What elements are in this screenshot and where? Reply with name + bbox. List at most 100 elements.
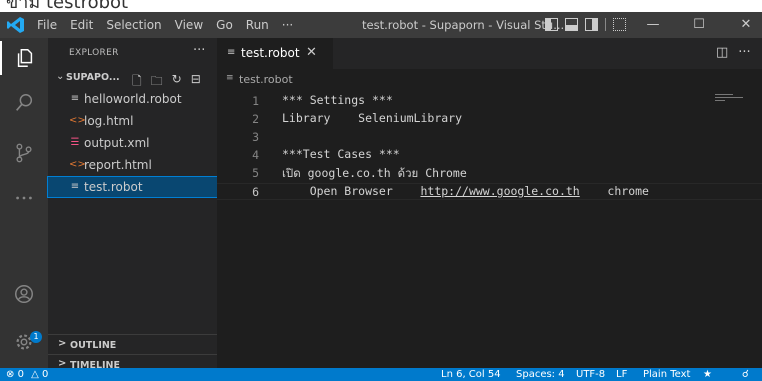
line-number: 6 [252,185,259,199]
file-name: output.xml [84,136,150,150]
split-editor-icon[interactable]: ◫ [716,45,728,60]
activity-bar: 1 [0,38,48,368]
file-item[interactable]: <> log.html [48,111,217,131]
accounts-activity[interactable] [0,277,48,311]
manage-activity[interactable] [0,325,48,359]
lines-file-icon: ≡ [227,47,236,58]
files-icon [17,49,33,67]
close-window-button[interactable]: ✕ [731,12,761,38]
more-actions-icon[interactable]: ··· [738,45,750,60]
more-activity[interactable] [0,181,48,215]
line-number: 1 [252,94,259,108]
accounts-badge: 1 [30,331,42,343]
outline-label: OUTLINE [70,340,117,351]
menu-selection[interactable]: Selection [106,18,161,32]
breadcrumb-file[interactable]: test.robot [239,73,293,86]
outline-section[interactable]: > OUTLINE [48,334,217,355]
code-line[interactable]: 1 *** Settings *** [217,93,762,110]
file-item[interactable]: ≡ helloworld.robot [48,89,217,109]
toggle-panel-icon[interactable] [565,18,578,31]
file-name: helloworld.robot [84,92,182,106]
feedback-icon[interactable]: ★ [703,368,712,381]
lines-file-icon: ≡ [226,73,234,83]
lines-file-icon: ≡ [70,93,80,104]
code-line[interactable]: 4 ***Test Cases *** [217,147,762,164]
close-tab-icon[interactable]: ✕ [306,45,317,60]
tab-bar: ≡ test.robot ✕ ◫ ··· [217,38,762,69]
minimap[interactable] [715,94,743,104]
file-name: log.html [84,114,134,128]
code-line[interactable]: 2 Library SeleniumLibrary [217,111,762,128]
layout-controls [545,18,633,31]
problems-status[interactable]: ⊗ 0 △ 0 [6,368,48,381]
cursor-position[interactable]: Ln 6, Col 54 [441,368,501,381]
tab-test-robot[interactable]: ≡ test.robot ✕ [217,38,333,69]
language-mode[interactable]: Plain Text [643,368,690,381]
title-bar: File Edit Selection View Go Run ··· test… [0,12,762,38]
line-number: 4 [252,148,259,162]
search-activity[interactable] [0,86,48,120]
file-name: report.html [84,158,152,172]
file-item[interactable]: ≡ test.robot [47,176,218,198]
title-separator [605,18,606,31]
code-text: *** Settings *** [282,93,393,107]
menu-edit[interactable]: Edit [70,18,93,32]
minimize-button[interactable]: — [638,12,668,38]
warning-count: 0 [42,369,49,380]
file-item[interactable]: <> report.html [48,155,217,175]
tab-label: test.robot [241,46,300,60]
html-file-icon: <> [69,115,86,126]
file-item[interactable]: ☰ output.xml [48,133,217,153]
menu-view[interactable]: View [175,18,203,32]
warning-icon: △ [31,369,39,380]
explorer-activity[interactable] [0,41,48,75]
code-text: Open Browser http://www.google.co.th chr… [282,184,649,198]
chevron-right-icon: > [58,338,67,349]
error-icon: ⊗ [6,369,15,380]
menu-bar: File Edit Selection View Go Run ··· [37,12,306,38]
encoding[interactable]: UTF-8 [576,368,605,381]
vscode-logo-icon [7,17,24,33]
editor-actions: ◫ ··· [716,45,761,60]
code-line[interactable]: 3 [217,129,762,146]
url-link[interactable]: http://www.google.co.th [420,184,579,198]
notifications-bell-icon[interactable]: ☌ [742,368,749,381]
explorer-more-button[interactable]: ··· [193,43,205,58]
code-text: ***Test Cases *** [282,147,400,161]
code-line[interactable]: 6 Open Browser http://www.google.co.th c… [217,183,762,200]
end-of-line[interactable]: LF [616,368,627,381]
line-number: 3 [252,130,259,144]
vscode-window: File Edit Selection View Go Run ··· test… [0,12,762,381]
more-dots-icon [16,196,32,200]
code-text: Library SeleniumLibrary [282,111,463,125]
customize-layout-icon[interactable] [613,18,626,31]
menu-file[interactable]: File [37,18,57,32]
folder-name: SUPAPO... [66,72,120,83]
line-number: 5 [252,166,259,180]
code-segment: chrome [579,184,649,198]
maximize-button[interactable]: ☐ [684,12,714,38]
source-control-icon [16,143,32,163]
breadcrumb: ≡ test.robot [217,69,762,89]
menu-run[interactable]: Run [246,18,269,32]
code-line[interactable]: 5 เปิด google.co.th ด้วย Chrome [217,165,762,182]
toggle-secondary-sidebar-icon[interactable] [585,18,598,31]
editor-area: ≡ test.robot ✕ ◫ ··· ≡ test.robot 1 *** S… [217,38,762,368]
error-count: 0 [17,369,24,380]
indentation[interactable]: Spaces: 4 [516,368,565,381]
code-segment: Open Browser [282,184,421,198]
line-number: 2 [252,112,259,126]
toggle-sidebar-icon[interactable] [545,18,558,31]
status-bar: ⊗ 0 △ 0 Ln 6, Col 54 Spaces: 4 UTF-8 LF … [0,368,762,381]
explorer-header: EXPLORER [69,48,119,58]
search-icon [16,94,33,111]
top-cropped-caption: ขาม testrobot [0,0,762,12]
window-title: test.robot - Supaporn - Visual Stu... [362,18,565,32]
menu-more[interactable]: ··· [282,18,293,32]
explorer-sidebar: EXPLORER ··· ⌄ SUPAPO... 🗋 🗀 ↻ ⊟ ≡ hellow… [47,38,218,371]
source-control-activity[interactable] [0,136,48,170]
caption-text: ขาม testrobot [6,0,129,12]
chevron-down-icon: ⌄ [56,71,65,82]
workspace-folder[interactable]: ⌄ SUPAPO... 🗋 🗀 ↻ ⊟ [48,69,217,89]
menu-go[interactable]: Go [216,18,233,32]
